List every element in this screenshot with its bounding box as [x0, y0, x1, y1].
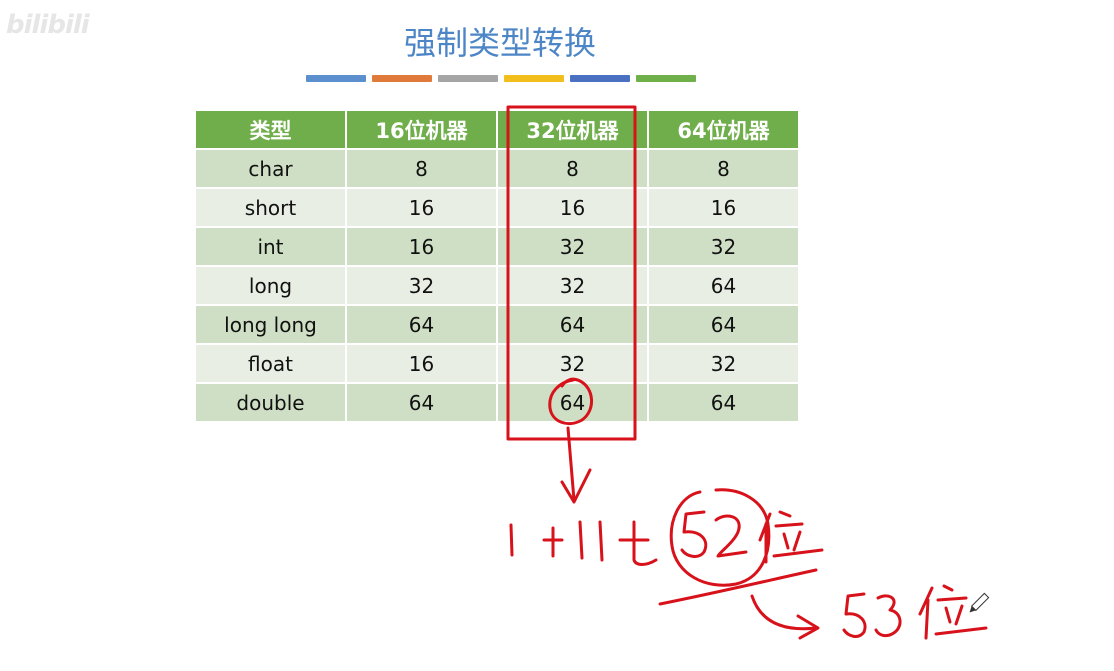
table-row: double 64 64 64 [194, 382, 800, 423]
color-bar [504, 75, 564, 82]
cell-64bit: 64 [647, 304, 800, 345]
cell-16bit: 16 [345, 226, 498, 267]
arrow-head [796, 614, 820, 640]
handwriting-52 [680, 510, 748, 558]
underline-mark [658, 568, 818, 606]
cell-32bit: 16 [496, 187, 649, 228]
handwriting-53 [842, 592, 902, 638]
handwriting-11 [578, 520, 604, 562]
table-row: char 8 8 8 [194, 148, 800, 189]
slide-title: 强制类型转换 [403, 24, 596, 62]
cell-32bit: 32 [496, 265, 649, 306]
cell-type: long long [194, 304, 347, 345]
cell-type: float [194, 343, 347, 384]
pencil-cursor-icon [969, 592, 990, 613]
type-size-table: 类型 16位机器 32位机器 64位机器 char 8 8 8 short 16… [194, 109, 800, 423]
cell-64bit: 16 [647, 187, 800, 228]
cell-64bit: 32 [647, 226, 800, 267]
cell-type: char [194, 148, 347, 189]
handwriting-wei [918, 584, 988, 640]
cell-64bit: 64 [647, 382, 800, 423]
handwriting-plus [618, 520, 658, 566]
cell-64bit: 64 [647, 265, 800, 306]
table-row: float 16 32 32 [194, 343, 800, 384]
cell-16bit: 32 [345, 265, 498, 306]
table-row: short 16 16 16 [194, 187, 800, 228]
arrow-head [560, 468, 592, 504]
color-bar [636, 75, 696, 82]
circle-mark [669, 488, 771, 587]
header-32bit: 32位机器 [496, 109, 649, 150]
handwriting-1 [509, 523, 514, 557]
cell-32bit: 8 [496, 148, 649, 189]
color-bar [570, 75, 630, 82]
header-16bit: 16位机器 [345, 109, 498, 150]
cell-32bit: 32 [496, 226, 649, 267]
cell-16bit: 64 [345, 382, 498, 423]
color-bar [372, 75, 432, 82]
decorative-color-bars [306, 75, 696, 82]
cell-type: short [194, 187, 347, 228]
cell-64bit: 32 [647, 343, 800, 384]
handwriting-wei [758, 510, 824, 564]
cell-64bit: 8 [647, 148, 800, 189]
cell-type: int [194, 226, 347, 267]
table-row: int 16 32 32 [194, 226, 800, 267]
cell-type: long [194, 265, 347, 306]
cell-16bit: 16 [345, 343, 498, 384]
cell-32bit: 64 [496, 304, 649, 345]
handwriting-plus [542, 526, 564, 558]
color-bar [438, 75, 498, 82]
color-bar [306, 75, 366, 82]
cell-type: double [194, 382, 347, 423]
header-64bit: 64位机器 [647, 109, 800, 150]
cell-16bit: 64 [345, 304, 498, 345]
cell-16bit: 8 [345, 148, 498, 189]
cell-32bit: 64 [496, 382, 649, 423]
header-type: 类型 [194, 109, 347, 150]
cell-16bit: 16 [345, 187, 498, 228]
table-header-row: 类型 16位机器 32位机器 64位机器 [194, 109, 800, 150]
table-row: long 32 32 64 [194, 265, 800, 306]
arrow-curve [750, 594, 818, 631]
table-row: long long 64 64 64 [194, 304, 800, 345]
cell-32bit: 32 [496, 343, 649, 384]
arrow-line [566, 426, 576, 502]
